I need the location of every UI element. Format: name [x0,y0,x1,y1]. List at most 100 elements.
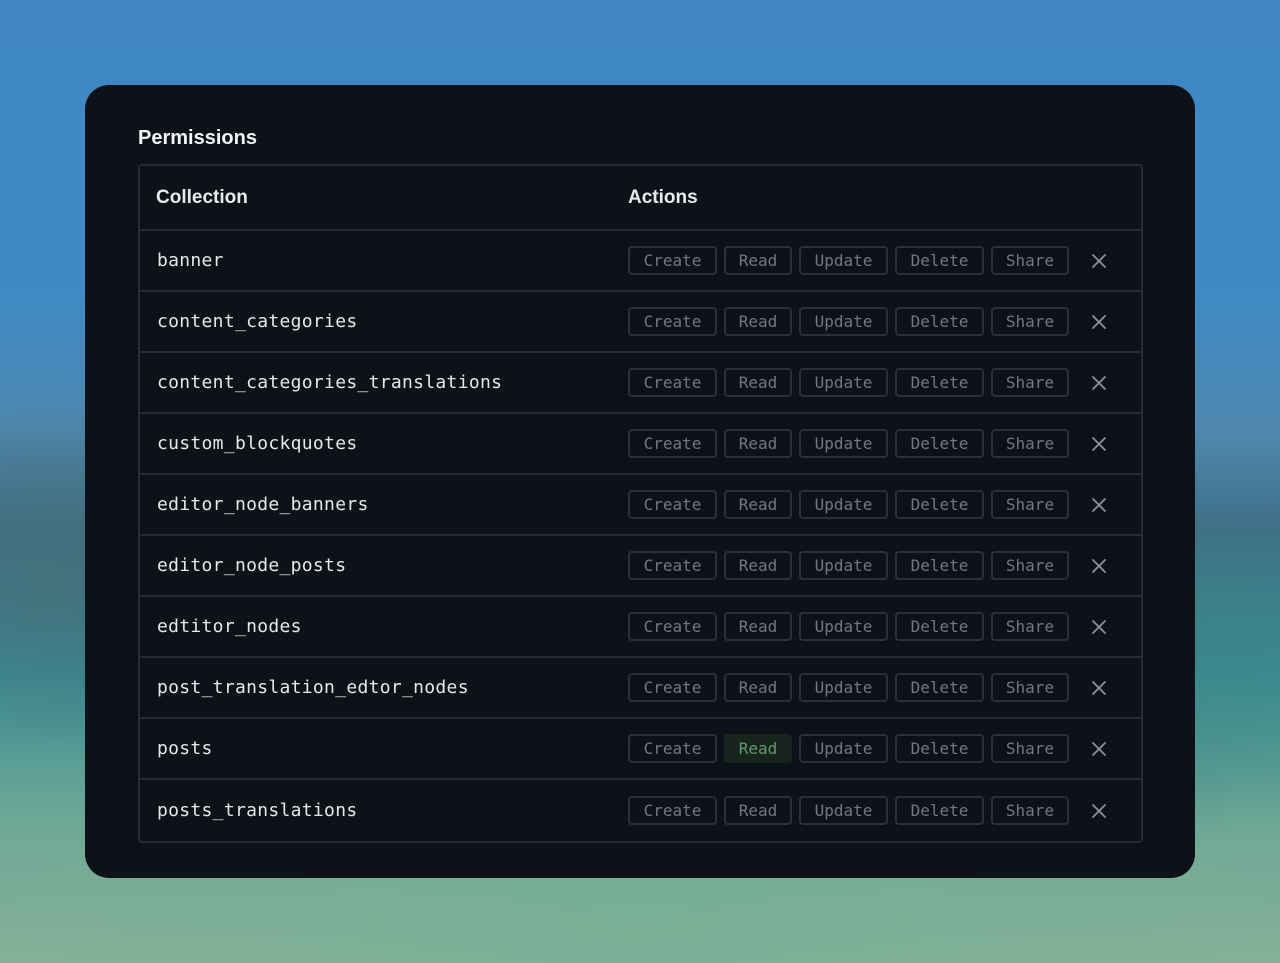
read-permission-toggle[interactable]: Read [724,368,792,397]
delete-permission-toggle[interactable]: Delete [895,796,984,825]
delete-permission-toggle[interactable]: Delete [895,612,984,641]
create-permission-toggle[interactable]: Create [628,368,717,397]
delete-permission-toggle[interactable]: Delete [895,673,984,702]
update-permission-toggle[interactable]: Update [799,734,888,763]
action-chips: Create Read Update Delete Share [628,307,1069,336]
close-icon-glyph [1092,375,1106,390]
close-icon-glyph [1092,803,1106,818]
read-permission-toggle[interactable]: Read [724,307,792,336]
read-permission-toggle[interactable]: Read [724,612,792,641]
action-chips: Create Read Update Delete Share [628,429,1069,458]
column-header-actions: Actions [628,186,698,208]
create-permission-toggle[interactable]: Create [628,429,717,458]
close-icon[interactable] [1089,617,1109,637]
close-icon[interactable] [1089,251,1109,271]
table-row: posts_translations Create Read Update Delete… [140,780,1141,841]
close-icon[interactable] [1089,312,1109,332]
update-permission-toggle[interactable]: Update [799,368,888,397]
update-permission-toggle[interactable]: Update [799,796,888,825]
share-permission-toggle[interactable]: Share [991,429,1069,458]
collection-name: editor_node_banners [157,494,369,515]
read-permission-toggle[interactable]: Read [724,490,792,519]
delete-permission-toggle[interactable]: Delete [895,490,984,519]
share-permission-toggle[interactable]: Share [991,796,1069,825]
update-permission-toggle[interactable]: Update [799,307,888,336]
share-permission-toggle[interactable]: Share [991,246,1069,275]
read-permission-toggle[interactable]: Read [724,796,792,825]
share-permission-toggle[interactable]: Share [991,490,1069,519]
close-icon[interactable] [1089,678,1109,698]
create-permission-toggle[interactable]: Create [628,490,717,519]
permissions-table: Collection Actions banner Create Read Updat… [138,164,1143,843]
close-icon[interactable] [1089,801,1109,821]
table-header: Collection Actions [140,166,1141,231]
share-permission-toggle[interactable]: Share [991,734,1069,763]
close-icon[interactable] [1089,739,1109,759]
update-permission-toggle[interactable]: Update [799,673,888,702]
action-chips: Create Read Update Delete Share [628,490,1069,519]
create-permission-toggle[interactable]: Create [628,551,717,580]
column-header-collection: Collection [156,186,248,208]
share-permission-toggle[interactable]: Share [991,612,1069,641]
action-chips: Create Read Update Delete Share [628,734,1069,763]
update-permission-toggle[interactable]: Update [799,246,888,275]
close-icon[interactable] [1089,556,1109,576]
read-permission-toggle[interactable]: Read [724,551,792,580]
page-title: Permissions [138,127,257,149]
delete-permission-toggle[interactable]: Delete [895,551,984,580]
collection-name: editor_node_posts [157,555,347,576]
table-row: posts Create Read Update Delete Share [140,719,1141,780]
update-permission-toggle[interactable]: Update [799,551,888,580]
share-permission-toggle[interactable]: Share [991,307,1069,336]
action-chips: Create Read Update Delete Share [628,368,1069,397]
table-row: content_categories_translations Create Rea… [140,353,1141,414]
create-permission-toggle[interactable]: Create [628,673,717,702]
create-permission-toggle[interactable]: Create [628,796,717,825]
create-permission-toggle[interactable]: Create [628,307,717,336]
close-icon-glyph [1092,253,1106,268]
close-icon-glyph [1092,558,1106,573]
read-permission-toggle[interactable]: Read [724,734,792,763]
update-permission-toggle[interactable]: Update [799,429,888,458]
collection-name: content_categories_translations [157,372,503,393]
collection-name: post_translation_edtor_nodes [157,677,469,698]
collection-name: posts_translations [157,800,358,821]
collection-name: content_categories [157,311,358,332]
table-row: post_translation_edtor_nodes Create Read Up… [140,658,1141,719]
share-permission-toggle[interactable]: Share [991,673,1069,702]
collection-name: edtitor_nodes [157,616,302,637]
delete-permission-toggle[interactable]: Delete [895,429,984,458]
action-chips: Create Read Update Delete Share [628,612,1069,641]
collection-name: banner [157,250,224,271]
read-permission-toggle[interactable]: Read [724,673,792,702]
table-row: banner Create Read Update Delete Share [140,231,1141,292]
delete-permission-toggle[interactable]: Delete [895,734,984,763]
collection-name: custom_blockquotes [157,433,358,454]
create-permission-toggle[interactable]: Create [628,734,717,763]
table-row: editor_node_banners Create Read Update Delet… [140,475,1141,536]
create-permission-toggle[interactable]: Create [628,612,717,641]
close-icon[interactable] [1089,495,1109,515]
share-permission-toggle[interactable]: Share [991,368,1069,397]
delete-permission-toggle[interactable]: Delete [895,246,984,275]
update-permission-toggle[interactable]: Update [799,612,888,641]
close-icon-glyph [1092,741,1106,756]
action-chips: Create Read Update Delete Share [628,796,1069,825]
create-permission-toggle[interactable]: Create [628,246,717,275]
update-permission-toggle[interactable]: Update [799,490,888,519]
close-icon-glyph [1092,436,1106,451]
close-icon[interactable] [1089,434,1109,454]
delete-permission-toggle[interactable]: Delete [895,307,984,336]
delete-permission-toggle[interactable]: Delete [895,368,984,397]
close-icon[interactable] [1089,373,1109,393]
table-row: editor_node_posts Create Read Update Delete S… [140,536,1141,597]
read-permission-toggle[interactable]: Read [724,246,792,275]
close-icon-glyph [1092,314,1106,329]
close-icon-glyph [1092,497,1106,512]
action-chips: Create Read Update Delete Share [628,551,1069,580]
close-icon-glyph [1092,619,1106,634]
share-permission-toggle[interactable]: Share [991,551,1069,580]
read-permission-toggle[interactable]: Read [724,429,792,458]
collection-name: posts [157,738,213,759]
permissions-card: Permissions Collection Actions banner Cre… [85,85,1195,878]
